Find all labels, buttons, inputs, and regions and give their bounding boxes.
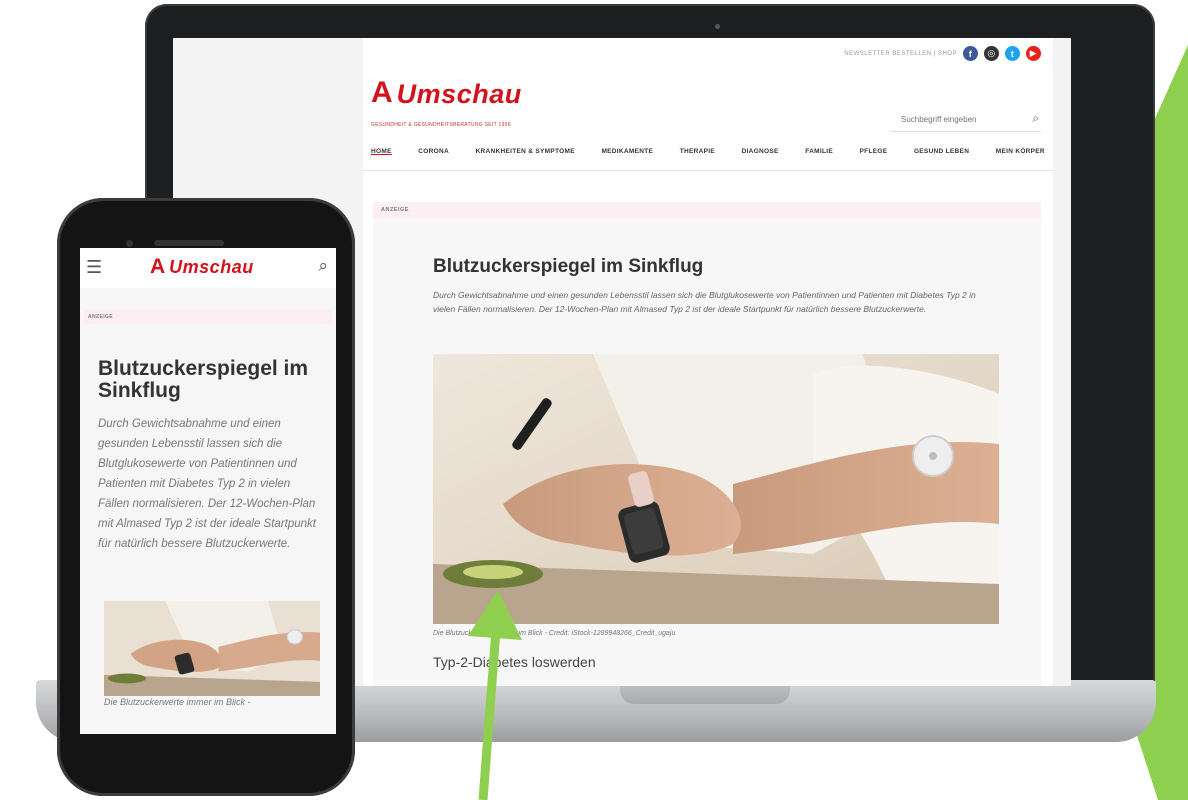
nav-item-diagnose[interactable]: DIAGNOSE — [742, 148, 779, 155]
article-container: ANZEIGE Blutzuckerspiegel im Sinkflug Du… — [373, 202, 1041, 686]
apotheke-a-icon: A — [371, 76, 393, 109]
nav-item-familie[interactable]: FAMILIE — [805, 148, 833, 155]
twitter-icon[interactable]: t — [1005, 46, 1020, 61]
hero-caption: Die Blutzuckerwerte immer im Blick - Cre… — [433, 630, 676, 637]
nav-item-medikamente[interactable]: MEDIKAMENTE — [601, 148, 653, 155]
search-icon[interactable]: ⌕ — [1032, 111, 1039, 126]
search-icon[interactable]: ⌕ — [318, 257, 328, 274]
apotheke-a-icon: A — [150, 255, 166, 278]
search-input[interactable] — [899, 114, 1023, 125]
nav-item-therapie[interactable]: THERAPIE — [680, 148, 715, 155]
hero-caption: Die Blutzuckerwerte immer im Blick - — [104, 697, 251, 707]
hero-image — [104, 601, 320, 696]
article-lead: Durch Gewichtsabnahme und einen gesunden… — [433, 290, 976, 314]
phone-camera — [126, 240, 133, 247]
phone-screen: ☰ A Umschau ⌕ ANZEIGE Blutzuckerspiegel … — [80, 248, 336, 734]
instagram-icon[interactable]: ◎ — [984, 46, 999, 61]
ad-label: ANZEIGE — [84, 310, 332, 324]
mobile-header: ☰ A Umschau ⌕ — [80, 248, 336, 288]
brand-tagline: GESUNDHEIT & GESUNDHEITSBERATUNG SEIT 19… — [371, 122, 511, 128]
hamburger-menu-icon[interactable]: ☰ — [86, 258, 102, 276]
article-subheading: Typ-2-Diabetes loswerden — [433, 654, 596, 670]
topbar-links[interactable]: NEWSLETTER BESTELLEN | SHOP — [844, 51, 957, 57]
nav-item-mein-körper[interactable]: MEIN KÖRPER — [996, 148, 1045, 155]
article-title: Blutzuckerspiegel im Sinkflug — [433, 256, 704, 277]
article-title: Blutzuckerspiegel im Sinkflug — [98, 357, 309, 402]
nav-item-krankheiten-symptome[interactable]: KRANKHEITEN & SYMPTOME — [476, 148, 575, 155]
nav-item-gesund-leben[interactable]: GESUND LEBEN — [914, 148, 969, 155]
topbar: NEWSLETTER BESTELLEN | SHOP f ◎ t ▶ — [844, 46, 1041, 61]
laptop-camera — [715, 24, 720, 29]
brand-name: Umschau — [396, 79, 522, 109]
hero-image — [433, 354, 999, 624]
phone-speaker — [154, 240, 224, 246]
site-logo[interactable]: A Umschau — [371, 78, 522, 108]
main-nav: HOME CORONA KRANKHEITEN & SYMPTOME MEDIKAME… — [371, 148, 1045, 155]
nav-item-corona[interactable]: CORONA — [418, 148, 449, 155]
website: NEWSLETTER BESTELLEN | SHOP f ◎ t ▶ A Um… — [363, 38, 1053, 686]
nav-item-pflege[interactable]: PFLEGE — [860, 148, 888, 155]
facebook-icon[interactable]: f — [963, 46, 978, 61]
ad-label: ANZEIGE — [373, 202, 1041, 218]
article-lead: Durch Gewichtsabnahme und einen gesunden… — [98, 418, 316, 550]
laptop-hinge-notch — [620, 684, 790, 704]
search-box: ⌕ — [891, 107, 1041, 132]
nav-item-home[interactable]: HOME — [371, 148, 392, 155]
youtube-icon[interactable]: ▶ — [1026, 46, 1041, 61]
brand-name: Umschau — [169, 256, 254, 277]
mobile-logo[interactable]: A Umschau — [150, 256, 254, 277]
nav-divider — [363, 170, 1053, 171]
